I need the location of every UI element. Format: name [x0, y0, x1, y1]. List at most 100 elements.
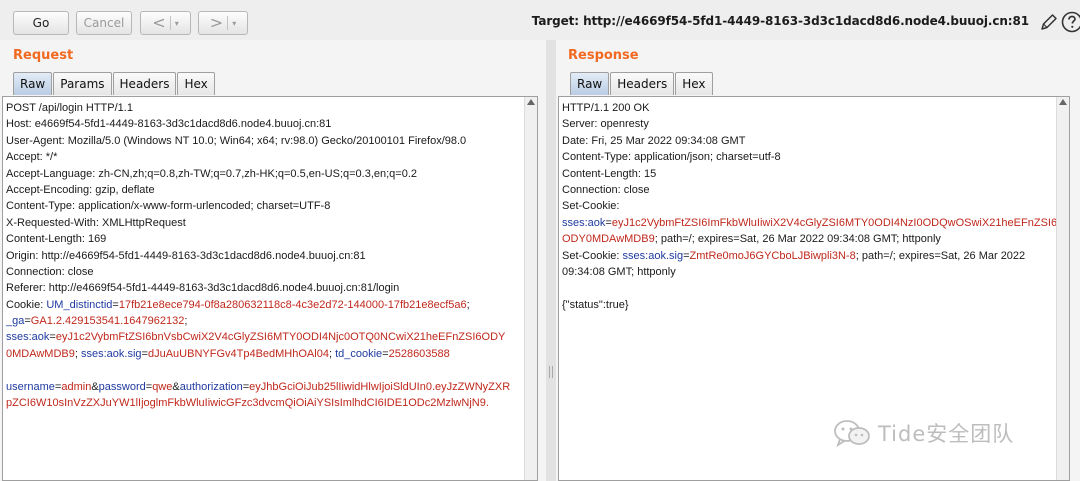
request-tab-hex[interactable]: Hex [177, 72, 215, 95]
text-line: POST /api/login HTTP/1.1 [6, 100, 521, 116]
param-key: password [98, 380, 146, 393]
param-key: sses:aok.sig [622, 249, 684, 262]
go-button[interactable]: Go [13, 11, 69, 35]
text-line [6, 362, 521, 378]
line-text: ; [466, 298, 470, 311]
back-arrow-icon: < [152, 13, 166, 32]
target-label: Target: http://e4669f54-5fd1-4449-8163-3… [531, 14, 1029, 28]
line-text: Accept-Encoding: gzip, deflate [6, 183, 155, 196]
text-line: Accept-Language: zh-CN,zh;q=0.8,zh-TW;q=… [6, 166, 521, 182]
line-text: 09:34:08 GMT; httponly [562, 265, 676, 278]
text-line: {"status":true} [562, 297, 1053, 313]
text-line: Content-Type: application/json; charset=… [562, 149, 1053, 165]
param-value: eyJ1c2VybmFtZSI6ImFkbWluIiwiX2V4cGlyZSI6… [611, 216, 1058, 229]
request-tab-params[interactable]: Params [53, 72, 112, 95]
param-value: GA1.2.429153541.1647962132 [30, 315, 185, 328]
pencil-icon[interactable] [1039, 12, 1059, 32]
line-text: ; path=/; expires=Sat, 26 Mar 2022 09:34… [654, 233, 941, 246]
line-text: & [172, 380, 180, 393]
text-line: Origin: http://e4669f54-5fd1-4449-8163-3… [6, 248, 521, 264]
response-tab-hex[interactable]: Hex [675, 72, 713, 95]
line-text: Accept: */* [6, 151, 58, 164]
forward-button[interactable]: > ▾ [198, 11, 248, 35]
text-line: Set-Cookie: [562, 198, 1053, 214]
text-line: _ga=GA1.2.429153541.1647962132; [6, 313, 521, 329]
line-text: Server: openresty [562, 118, 649, 131]
line-text: Host: e4669f54-5fd1-4449-8163-3d3c1dacd8… [6, 118, 332, 131]
wechat-icon [834, 420, 870, 448]
response-tab-headers[interactable]: Headers [610, 72, 675, 95]
line-text: Content-Length: 169 [6, 233, 107, 246]
text-line: User-Agent: Mozilla/5.0 (Windows NT 10.0… [6, 133, 521, 149]
text-line: Content-Type: application/x-www-form-url… [6, 198, 521, 214]
request-tab-raw[interactable]: Raw [13, 72, 53, 95]
text-line: 0MDAwMDB9; sses:aok.sig=dJuAuUBNYFGv4Tp4… [6, 346, 521, 362]
param-key: _ga [6, 315, 25, 328]
back-dropdown-icon[interactable]: ▾ [175, 19, 179, 28]
param-value: 2528603588 [388, 347, 450, 360]
scroll-up-icon[interactable] [1059, 99, 1067, 105]
request-pane: Request Raw Params Headers Hex POST /api… [0, 40, 546, 481]
param-key: authorization [179, 380, 243, 393]
param-value: dJuAuUBNYFGv4Tp4BedMHhOAl04 [147, 347, 329, 360]
text-line: HTTP/1.1 200 OK [562, 100, 1053, 116]
response-scrollbar[interactable] [1056, 97, 1069, 480]
text-line: X-Requested-With: XMLHttpRequest [6, 215, 521, 231]
line-text: Content-Length: 15 [562, 167, 657, 180]
line-text: Referer: http://e4669f54-5fd1-4449-8163-… [6, 282, 400, 295]
param-value: eyJ1c2VybmFtZSI6bnVsbCwiX2V4cGlyZSI6MTY0… [55, 331, 506, 344]
forward-separator [227, 16, 229, 30]
request-text[interactable]: POST /api/login HTTP/1.1 Host: e4669f54-5… [6, 100, 521, 411]
line-text: User-Agent: Mozilla/5.0 (Windows NT 10.0… [6, 134, 467, 147]
text-line: sses:aok=eyJ1c2VybmFtZSI6bnVsbCwiX2V4cGl… [6, 329, 521, 345]
param-value: ZmtRe0moJ6GYCboLJBiwpli3N-8 [689, 249, 856, 262]
line-text: HTTP/1.1 200 OK [562, 102, 650, 114]
back-button[interactable]: < ▾ [140, 11, 191, 35]
request-tabs: Raw Params Headers Hex [13, 72, 216, 95]
text-line: sses:aok=eyJ1c2VybmFtZSI6ImFkbWluIiwiX2V… [562, 215, 1057, 231]
param-key: sses:aok.sig [81, 347, 142, 360]
param-value: ODY0MDAwMDB9 [562, 233, 655, 246]
text-line [562, 280, 1053, 296]
pane-splitter[interactable] [546, 40, 556, 481]
response-tab-raw[interactable]: Raw [570, 72, 610, 95]
text-line: Server: openresty [562, 116, 1053, 132]
cancel-button[interactable]: Cancel [76, 11, 132, 35]
param-value: 0MDAwMDB9 [6, 347, 75, 360]
repeater-window: Go Cancel < ▾ > ▾ Target: http://e4669f5… [0, 0, 1080, 481]
line-text: X-Requested-With: XMLHttpRequest [6, 216, 186, 229]
line-text: Origin: http://e4669f54-5fd1-4449-8163-3… [6, 249, 366, 262]
text-line: Cookie: UM_distinctid=17fb21e8ece794-0f8… [6, 297, 521, 313]
text-line: 09:34:08 GMT; httponly [562, 264, 1053, 280]
request-tab-headers[interactable]: Headers [112, 72, 177, 95]
line-text: ; [184, 315, 188, 328]
param-key: sses:aok [6, 331, 50, 344]
text-line: pZCI6W10sInVzZXJuYW1lIjoglmFkbWluIiwicGF… [6, 395, 521, 411]
response-pane: Response Raw Headers Hex HTTP/1.1 200 OK… [556, 40, 1080, 481]
text-line: Content-Length: 169 [6, 231, 521, 247]
param-key: td_cookie [335, 347, 383, 360]
line-text: Set-Cookie: [562, 249, 623, 262]
cancel-label: Cancel [83, 16, 125, 30]
help-icon[interactable] [1061, 11, 1080, 33]
param-value: pZCI6W10sInVzZXJuYW1lIjoglmFkbWluIiwicGF… [6, 397, 489, 410]
param-key: sses:aok [562, 216, 606, 229]
text-line: ODY0MDAwMDB9; path=/; expires=Sat, 26 Ma… [562, 231, 1053, 247]
line-text: Connection: close [562, 183, 650, 196]
text-line: Accept: */* [6, 149, 521, 165]
forward-dropdown-icon[interactable]: ▾ [232, 19, 236, 28]
back-separator [169, 16, 171, 30]
request-editor[interactable]: POST /api/login HTTP/1.1 Host: e4669f54-5… [2, 96, 538, 481]
line-text: Content-Type: application/x-www-form-url… [6, 200, 331, 213]
line-text: {"status":true} [562, 298, 629, 311]
response-text[interactable]: HTTP/1.1 200 OK Server: openresty Date: Fr… [562, 100, 1057, 313]
response-tabs: Raw Headers Hex [570, 72, 714, 95]
scroll-up-icon[interactable] [527, 99, 535, 105]
request-title: Request [13, 48, 74, 63]
request-scrollbar[interactable] [524, 97, 537, 480]
param-value: qwe [152, 380, 173, 393]
line-text: Set-Cookie: [562, 200, 620, 213]
splitter-grip-icon[interactable] [549, 366, 553, 378]
text-line: Host: e4669f54-5fd1-4449-8163-3d3c1dacd8… [6, 116, 521, 132]
text-line: Connection: close [562, 182, 1053, 198]
